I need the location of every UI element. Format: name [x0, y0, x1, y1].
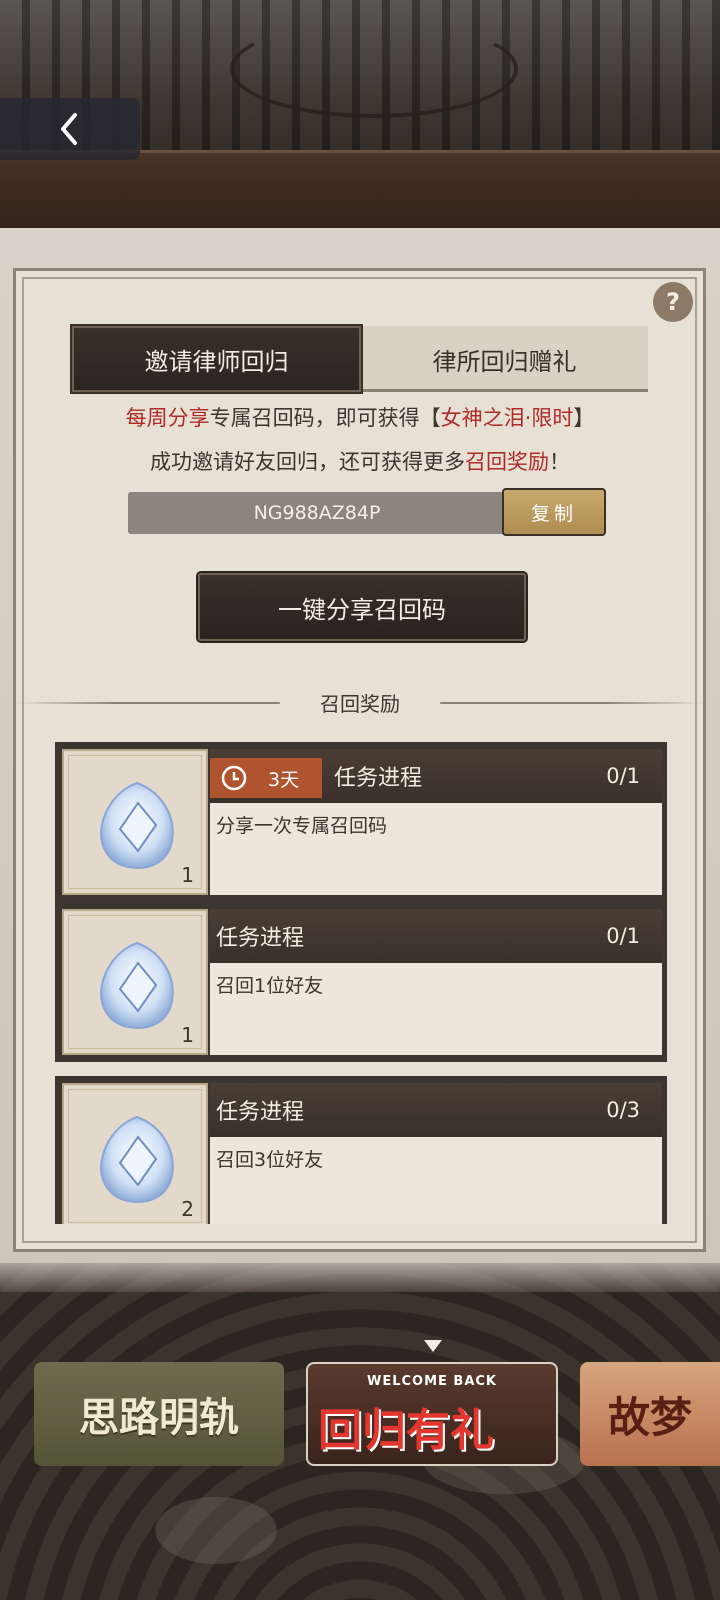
task-progress-value: 0/1	[606, 764, 640, 788]
tab-invite-lawyer[interactable]: 邀请律师回归	[70, 324, 363, 394]
banner-thought-track[interactable]: 思路明轨	[34, 1362, 284, 1466]
banner-welcome-back[interactable]: WELCOME BACK 回归有礼	[306, 1362, 558, 1466]
reward-item-slot[interactable]: 2	[62, 1083, 208, 1224]
task-progress-label: 任务进程	[334, 766, 423, 791]
reward-count: 1	[181, 863, 194, 887]
task-description: 分享一次专属召回码	[216, 815, 388, 837]
banner-welcome-back-title: 回归有礼	[318, 1405, 494, 1456]
copy-button[interactable]: 复制	[502, 488, 606, 536]
reward-card: 1 3天 任务进程 0/1 分享一次专属召回码	[55, 742, 667, 902]
task-body: 召回1位好友	[210, 963, 662, 1055]
reward-item-slot[interactable]: 1	[62, 749, 208, 895]
back-button[interactable]	[0, 98, 140, 160]
goddess-tear-gem-icon	[100, 1115, 174, 1203]
task-progress-value: 0/3	[606, 1098, 640, 1122]
task-description: 召回3位好友	[216, 1149, 324, 1171]
goddess-tear-gem-icon	[100, 941, 174, 1029]
recall-code-field: NG988AZ84P	[128, 492, 506, 534]
task-header: 任务进程 0/3	[210, 1083, 662, 1137]
time-remaining: 3天	[268, 768, 300, 791]
task-description: 召回1位好友	[216, 975, 324, 997]
banner-old-dream[interactable]: 故梦	[580, 1362, 720, 1466]
task-body: 召回3位好友	[210, 1137, 662, 1224]
help-button[interactable]: ?	[653, 282, 693, 322]
rewards-section-title: 召回奖励	[280, 688, 440, 717]
tab-return-gift[interactable]: 律所回归赠礼	[361, 326, 648, 392]
share-code-button[interactable]: 一键分享召回码	[196, 571, 528, 643]
clock-icon	[221, 765, 247, 791]
reward-card: 1 任务进程 0/1 召回1位好友	[55, 902, 667, 1062]
task-progress-value: 0/1	[606, 924, 640, 948]
selected-banner-indicator	[424, 1340, 442, 1352]
task-header: 任务进程 0/1	[210, 909, 662, 963]
time-limit-badge: 3天	[210, 758, 322, 798]
task-progress-label: 任务进程	[216, 926, 305, 951]
reward-item-slot[interactable]: 1	[62, 909, 208, 1055]
task-header: 3天 任务进程 0/1	[210, 749, 662, 803]
reward-count: 1	[181, 1023, 194, 1047]
reward-list[interactable]: 1 3天 任务进程 0/1 分享一次专属召回码 1 任务进程 0/1 召回1位好…	[55, 742, 667, 1224]
tab-bar: 邀请律师回归 律所回归赠礼	[70, 324, 648, 394]
reward-count: 2	[181, 1197, 194, 1221]
chevron-left-icon	[61, 113, 77, 145]
task-progress-label: 任务进程	[216, 1100, 305, 1125]
banner-welcome-back-subtitle: WELCOME BACK	[366, 1374, 498, 1389]
description-line-1: 每周分享专属召回码，即可获得【女神之泪·限时】	[125, 406, 595, 430]
description-line-2: 成功邀请好友回归，还可获得更多召回奖励！	[150, 450, 570, 474]
task-body: 分享一次专属召回码	[210, 803, 662, 895]
goddess-tear-gem-icon	[100, 781, 174, 869]
reward-card: 2 任务进程 0/3 召回3位好友	[55, 1076, 667, 1224]
